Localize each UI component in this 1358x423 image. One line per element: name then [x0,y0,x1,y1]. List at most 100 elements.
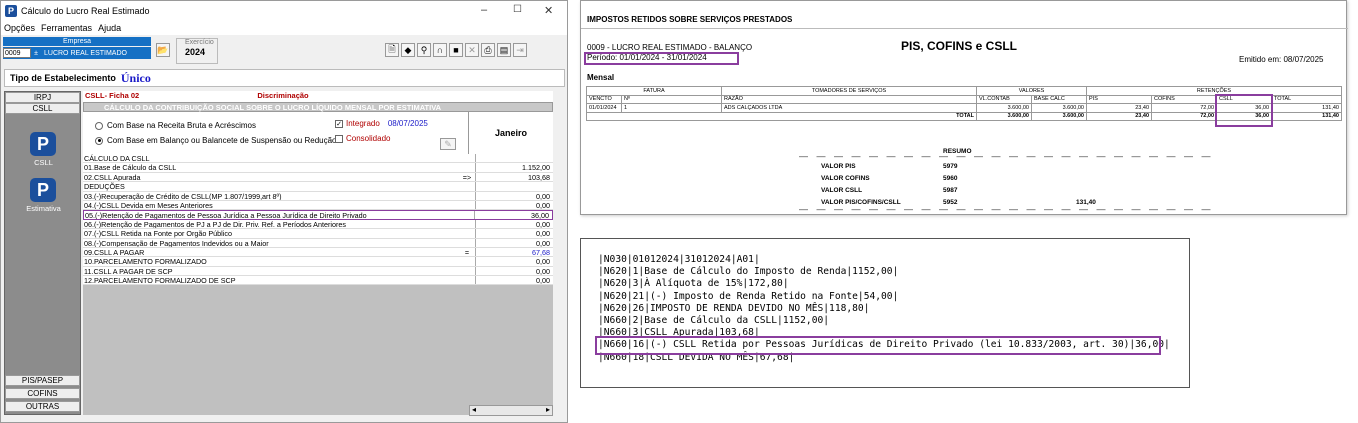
scroll-right-icon[interactable]: ▸ [546,405,550,414]
integrado-checkbox[interactable]: ✓ [335,119,343,128]
row-mark [459,257,475,265]
report-mensal: Mensal [587,73,615,82]
spin-icon[interactable]: ± [31,50,41,57]
row-desc: 01.Base de Cálculo da CSLL [84,163,177,172]
cell-numero: 1 [621,103,722,113]
periodo-highlight [584,52,739,65]
total-pis: 23,40 [1086,111,1152,121]
csll-highlight [1215,94,1273,127]
row-mark [458,211,474,218]
open-folder-button[interactable]: 📂 [156,43,170,57]
col-basecalc: BASE CALC [1031,94,1087,104]
row-desc: 09.CSLL A PAGAR [84,247,145,257]
total-basecalc: 3.600,00 [1031,111,1087,121]
tipo-label: Tipo de Estabelecimento [10,73,116,83]
table-row: 07.(-)CSLL Retida na Fonte por Orgão Púb… [83,229,553,239]
cell-basecalc: 3.600,00 [1031,103,1087,113]
menu-ferramentas[interactable]: Ferramentas [41,23,92,33]
ficha-header: CSLL- Ficha 02 Discriminação [83,91,553,102]
summary-label: VALOR COFINS [821,175,870,182]
ficha-col-label: Discriminação [257,91,309,100]
delete-button[interactable]: ✕ [465,43,479,57]
table-row: 04.(-)CSLL Devida em Meses Anteriores 0,0… [83,200,553,211]
csll-p-icon[interactable]: P [30,132,56,156]
row-mark: = [464,247,470,257]
row-value[interactable]: 0,00 [475,200,553,210]
horizontal-scrollbar[interactable]: ◂ ▸ [469,405,553,416]
group-fatura: FATURA [586,86,722,96]
radio-balanco[interactable] [95,136,103,145]
document-button[interactable]: 🗎 [385,43,399,57]
export-button[interactable]: ▤ [497,43,511,57]
total-vlcontab: 3.600,00 [976,111,1032,121]
exercicio-box: Exercício 2024 [176,38,218,64]
row-value[interactable]: 0,00 [475,191,553,201]
divider: — — — — — — — — — — — — — — — — — — — — … [799,151,1214,161]
col-total: TOTAL [1271,94,1342,104]
cell-vlcontab: 3.600,00 [976,103,1032,113]
maximize-icon[interactable]: ☐ [513,4,522,15]
edit-button[interactable]: ✎ [440,138,456,150]
row-value[interactable]: 0,00 [475,276,553,285]
code-line: |N620|3|À Alíquota de 15%|172,80| [598,278,789,290]
report-header: IMPOSTOS RETIDOS SOBRE SERVIÇOS PRESTADO… [587,15,793,24]
nav-tab-cofins[interactable]: COFINS [5,388,80,399]
diamond-button[interactable]: ◆ [401,43,415,57]
row-value[interactable]: 0,00 [475,219,553,229]
summary-label: VALOR PIS [821,163,856,170]
close-icon[interactable]: ✕ [544,4,553,17]
consolidado-check[interactable]: Consolidado [335,134,390,143]
print-button[interactable]: ⎙ [481,43,495,57]
empresa-code-field[interactable]: 0009 [3,48,31,58]
table-row: 09.CSLL A PAGAR = 67,68 [83,247,553,258]
lock-button[interactable]: ∩ [433,43,447,57]
integrado-check[interactable]: ✓ Integrado 08/07/2025 [335,119,428,128]
total-cofins: 72,00 [1151,111,1217,121]
row-value[interactable]: 0,00 [475,229,553,238]
table-row: 08.(-)Compensação de Pagamentos Indevido… [83,238,553,248]
code-line: |N660|2|Base de Cálculo da CSLL|1152,00| [598,315,830,327]
row-value[interactable]: 0,00 [475,266,553,276]
estimativa-p-icon[interactable]: P [30,178,56,202]
row-value[interactable]: 0,00 [475,257,553,266]
radio-receita[interactable] [95,121,103,130]
option-balanco[interactable]: Com Base em Balanço ou Balancete de Susp… [95,136,336,145]
row-value[interactable]: 67,68 [475,247,553,257]
col-vlcontab: VL.CONTAB [976,94,1032,104]
integrado-label: Integrado [346,119,380,128]
option-receita-bruta[interactable]: Com Base na Receita Bruta e Acréscimos [95,121,256,130]
row-desc: 03.(-)Recuperação de Crédito de CSLL(MP … [84,191,282,200]
row-value[interactable]: 0,00 [475,238,553,248]
code-line: |N030|01012024|31012024|A01| [598,254,760,265]
search-button[interactable]: ⚲ [417,43,431,57]
row-mark [459,267,475,275]
row-mark [459,154,475,162]
row-mark [459,229,475,237]
table-row: 12.PARCELAMENTO FORMALIZADO DE SCP 0,00 [83,276,553,286]
exercicio-label: Exercício [185,39,214,46]
menu-opcoes[interactable]: Opções [4,23,35,33]
nav-tab-outras[interactable]: OUTRAS [5,401,80,412]
exit-button[interactable]: ⇥ [513,43,527,57]
consolidado-checkbox[interactable] [335,134,343,143]
nav-tab-irpj[interactable]: IRPJ [5,92,80,103]
row-value[interactable] [475,154,553,163]
code-line: |N620|1|Base de Cálculo do Imposto de Re… [598,266,899,278]
exercicio-value: 2024 [185,47,206,57]
row-mark [459,182,475,190]
total-total: 131,40 [1271,111,1342,121]
nav-tab-pis[interactable]: PIS/PASEP [5,375,80,386]
nav-tab-csll[interactable]: CSLL [5,103,80,114]
row-value[interactable]: 103,68 [475,172,553,182]
row-value[interactable] [475,182,553,191]
table-row: 03.(-)Recuperação de Crédito de CSLL(MP … [83,191,553,201]
scroll-left-icon[interactable]: ◂ [472,405,476,414]
col-numero: Nº [621,94,722,104]
row-value[interactable]: 36,00 [474,211,552,220]
col-vencto: VENCTO [586,94,622,104]
row-desc: 06.(-)Retenção de Pagamentos de PJ a PJ … [84,219,346,229]
row-value[interactable]: 1.152,00 [475,163,553,172]
menu-ajuda[interactable]: Ajuda [98,23,121,33]
save-button[interactable]: ■ [449,43,463,57]
minimize-icon[interactable]: – [481,4,487,16]
